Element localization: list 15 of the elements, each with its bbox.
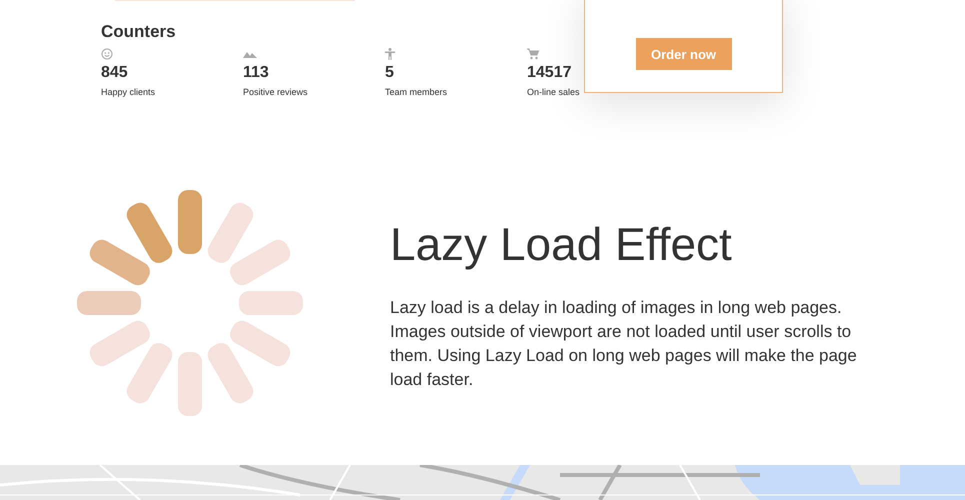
person-icon xyxy=(385,48,395,60)
cart-icon xyxy=(527,48,539,60)
counter-value: 14517 xyxy=(527,64,572,82)
counter-value: 113 xyxy=(243,64,269,82)
order-button[interactable]: Order now xyxy=(636,38,732,70)
section-title: Counters xyxy=(101,22,177,42)
description-text: Lazy load is a delay in loading of images in long web pages. Images outside of viewport are not loaded until user scrolls to them. Using Lazy Load on long web pages will make the page load faster. xyxy=(390,297,858,391)
counter-label: Happy clients xyxy=(101,87,156,97)
counter-value: 5 xyxy=(385,64,394,82)
counter-label: On-line sales xyxy=(527,87,580,97)
counter-label: Positive reviews xyxy=(243,87,308,97)
section-heading: Lazy Load Effect xyxy=(390,218,733,270)
smiley-icon xyxy=(101,48,113,60)
counter-value: 845 xyxy=(101,64,128,82)
counter-label: Team members xyxy=(385,87,448,97)
